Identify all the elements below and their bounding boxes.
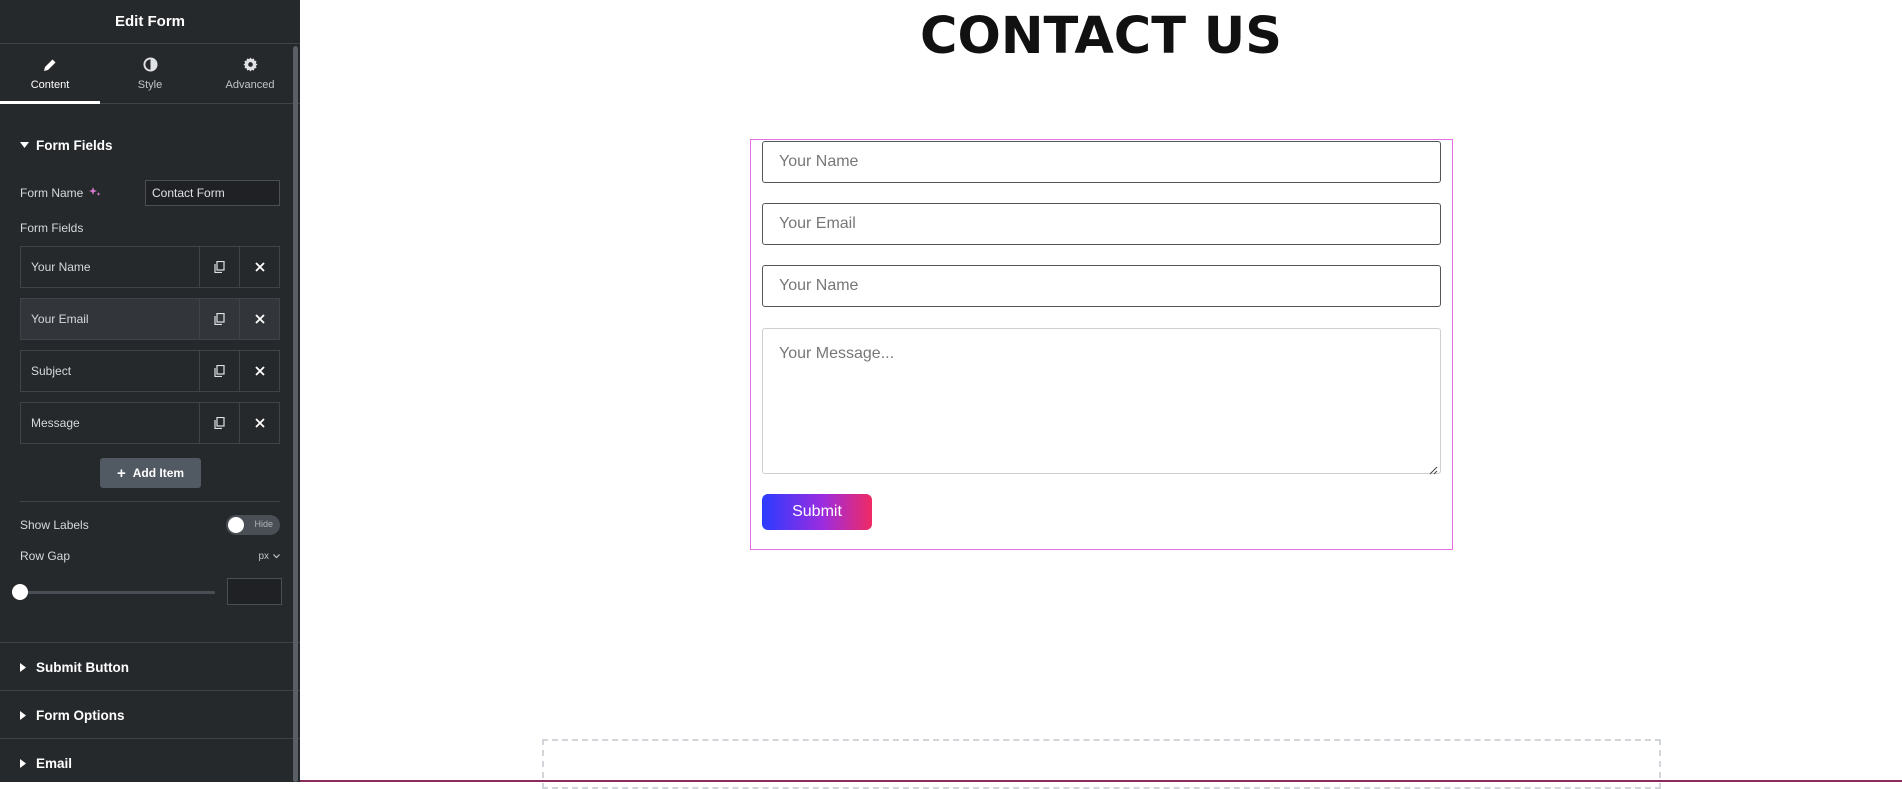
duplicate-icon[interactable] <box>199 247 239 287</box>
section-form-fields-label: Form Fields <box>36 137 113 153</box>
repeater-item: Subject <box>20 350 280 392</box>
editor-panel: Edit Form Content Style Advanced Form Fi… <box>0 0 300 782</box>
repeater-item: Message <box>20 402 280 444</box>
row-gap-label: Row Gap <box>20 549 71 563</box>
panel-title: Edit Form <box>0 0 300 44</box>
chevron-down-icon <box>273 551 280 562</box>
caret-right-icon <box>20 662 30 672</box>
section-submit-button-head: Submit Button <box>0 660 129 675</box>
form-fields-label-row: Form Fields <box>20 220 280 236</box>
add-item-label: Add Item <box>132 466 185 480</box>
repeater-item-title[interactable]: Subject <box>21 351 199 391</box>
duplicate-icon[interactable] <box>199 299 239 339</box>
show-labels-label: Show Labels <box>20 518 89 532</box>
subject-field[interactable]: Your Name <box>762 265 1441 307</box>
toggle-state-label: Hide <box>254 519 273 529</box>
plus-icon: + <box>116 464 126 482</box>
section-submit-button[interactable]: Submit Button <box>0 643 300 691</box>
message-placeholder: Your Message... <box>779 345 895 362</box>
tab-advanced-label: Advanced <box>225 78 275 91</box>
tab-content-label: Content <box>30 78 70 91</box>
panel-tabs: Content Style Advanced <box>0 44 300 104</box>
caret-right-icon <box>20 710 30 720</box>
divider <box>20 501 280 502</box>
repeater-item: Your Email <box>20 298 280 340</box>
remove-icon[interactable] <box>239 247 279 287</box>
ai-sparkle-icon[interactable] <box>89 186 101 201</box>
repeater-item-title[interactable]: Message <box>21 403 199 443</box>
tab-advanced[interactable]: Advanced <box>200 44 300 103</box>
remove-icon[interactable] <box>239 299 279 339</box>
panel-scrollbar[interactable] <box>293 46 298 782</box>
form-name-label: Form Name <box>20 186 84 200</box>
show-labels-row: Show Labels Hide <box>20 515 280 535</box>
repeater-item-title[interactable]: Your Email <box>21 299 199 339</box>
tab-content[interactable]: Content <box>0 44 100 104</box>
name-field[interactable]: Your Name <box>762 141 1441 183</box>
unit-select-value: px <box>258 550 269 562</box>
section-form-options[interactable]: Form Options <box>0 691 300 739</box>
form-name-row: Form Name Contact Form <box>20 180 280 206</box>
row-gap-input[interactable] <box>227 578 282 605</box>
repeater-item: Your Name <box>20 246 280 288</box>
duplicate-icon[interactable] <box>199 351 239 391</box>
contact-form[interactable]: Your Name Your Email Your Name Your Mess… <box>750 139 1453 550</box>
email-field[interactable]: Your Email <box>762 203 1441 245</box>
caret-right-icon <box>20 758 30 768</box>
repeater-item-title[interactable]: Your Name <box>21 247 199 287</box>
remove-icon[interactable] <box>239 351 279 391</box>
contrast-icon <box>142 57 158 73</box>
section-label: Form Options <box>36 707 125 723</box>
section-email[interactable]: Email <box>0 739 300 782</box>
duplicate-icon[interactable] <box>199 403 239 443</box>
remove-icon[interactable] <box>239 403 279 443</box>
tab-style[interactable]: Style <box>100 44 200 103</box>
preview-canvas: CONTACT US Your Name Your Email Your Nam… <box>300 0 1902 789</box>
add-item-button[interactable]: + Add Item <box>100 458 201 488</box>
form-fields-label: Form Fields <box>20 221 84 235</box>
section-label: Submit Button <box>36 659 129 675</box>
message-field[interactable]: Your Message... <box>762 328 1441 475</box>
page-title: CONTACT US <box>920 7 1282 66</box>
row-gap-row: Row Gap px <box>20 548 280 564</box>
gear-icon <box>242 57 258 73</box>
toggle-knob <box>228 517 244 533</box>
section-email-head: Email <box>0 756 72 771</box>
show-labels-toggle[interactable]: Hide <box>226 515 280 535</box>
form-name-input[interactable]: Contact Form <box>145 180 280 206</box>
row-gap-slider-handle[interactable] <box>12 584 28 600</box>
submit-button[interactable]: Submit <box>762 494 872 530</box>
unit-select[interactable]: px <box>258 551 280 562</box>
section-form-options-head: Form Options <box>0 708 125 723</box>
row-gap-slider[interactable] <box>20 591 215 594</box>
section-form-fields[interactable]: Form Fields <box>0 135 300 155</box>
tab-style-label: Style <box>137 78 163 91</box>
section-label: Email <box>36 755 73 771</box>
caret-down-icon <box>20 142 30 148</box>
pencil-icon <box>42 57 58 73</box>
resize-grip-icon[interactable] <box>1429 462 1438 475</box>
